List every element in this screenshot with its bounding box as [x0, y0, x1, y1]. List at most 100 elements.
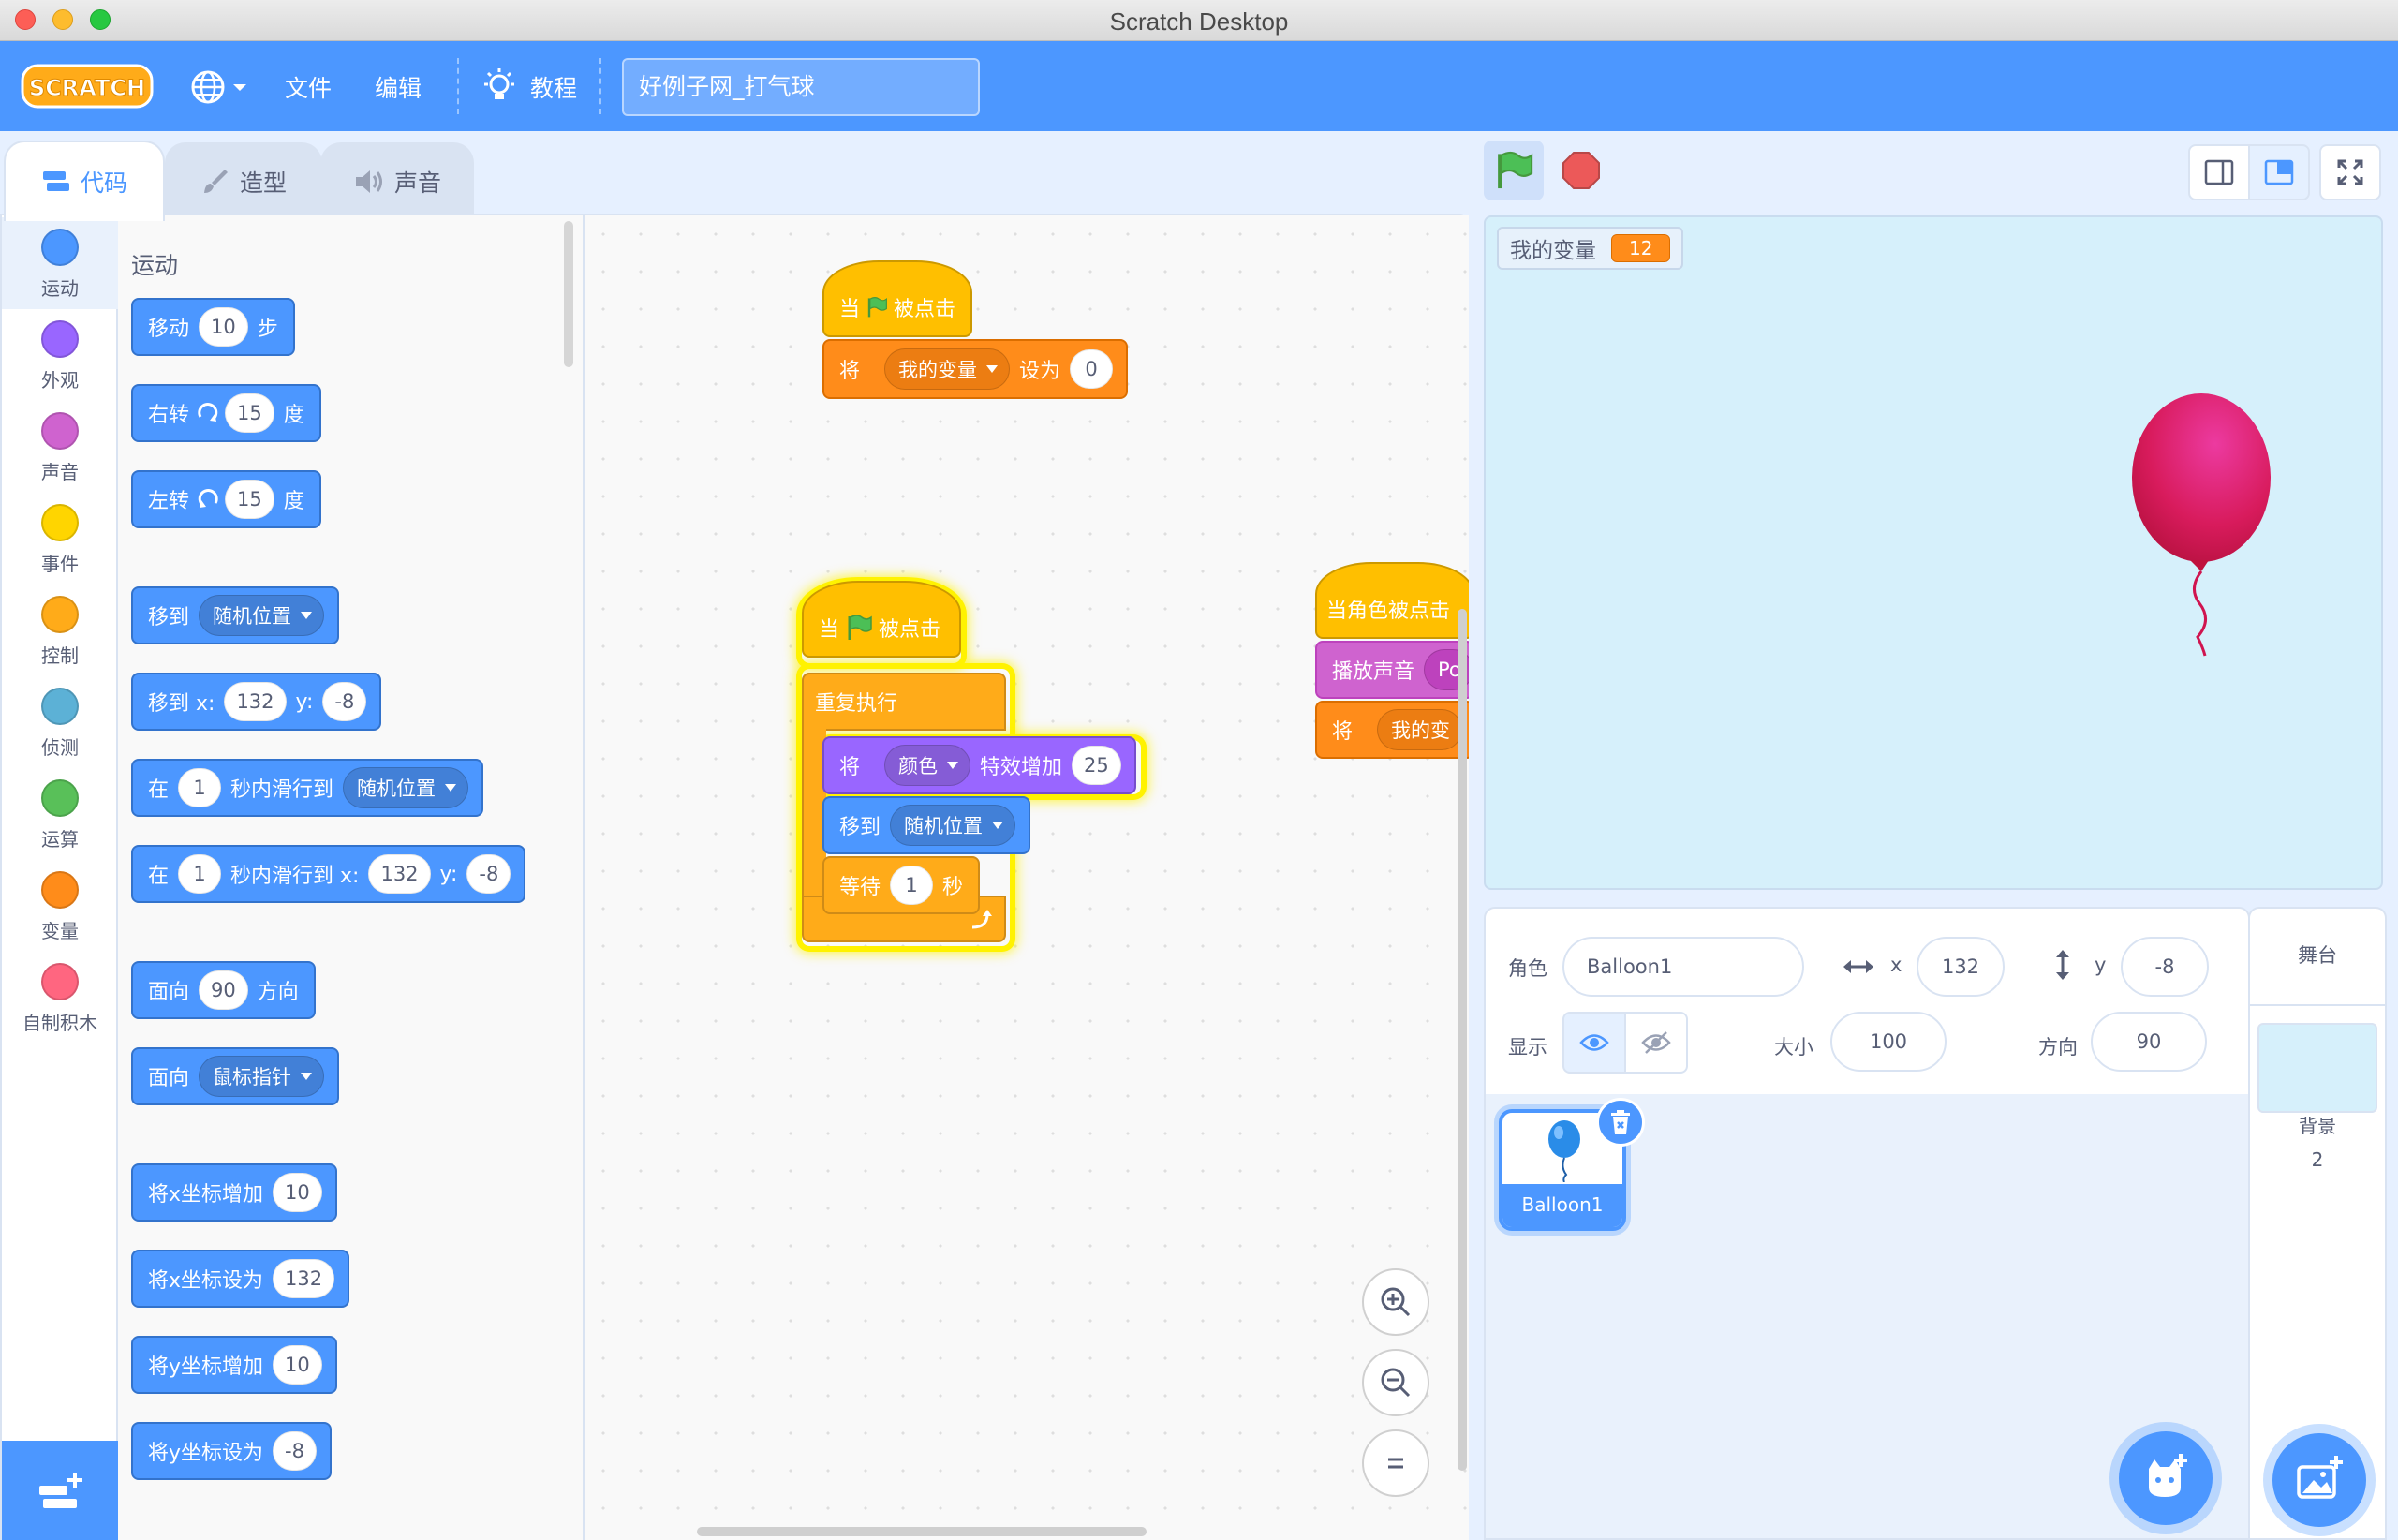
language-menu[interactable] — [189, 67, 249, 107]
block-set-y[interactable]: 将y坐标设为 -8 — [131, 1422, 332, 1480]
delete-sprite-button[interactable] — [1596, 1098, 1645, 1147]
hide-sprite-button[interactable] — [1624, 1012, 1688, 1074]
block-play-sound[interactable]: 播放声音 Po — [1315, 641, 1469, 699]
block-dropdown[interactable]: 随机位置 — [890, 805, 1016, 846]
scratch-logo[interactable]: SCRATCH — [21, 62, 154, 111]
project-title-input[interactable]: 好例子网_打气球 — [622, 58, 980, 116]
stage-target-panel[interactable]: 舞台 背景 2 — [2248, 907, 2387, 1540]
category-looks[interactable]: 外观 — [2, 309, 118, 401]
tutorials-button[interactable]: 教程 — [481, 67, 577, 107]
block-point-towards[interactable]: 面向 鼠标指针 — [131, 1047, 340, 1105]
block-number-input[interactable]: -8 — [322, 682, 367, 721]
block-number-input[interactable]: 25 — [1072, 746, 1121, 785]
script-horizontal-scrollbar[interactable] — [697, 1527, 1147, 1536]
block-text: 移动 — [148, 318, 190, 341]
size-input[interactable]: 100 — [1830, 1012, 1947, 1072]
block-number-input[interactable]: 132 — [273, 1259, 335, 1298]
effect-dropdown[interactable]: 颜色 — [884, 745, 971, 786]
sprite-name-input[interactable]: Balloon1 — [1562, 937, 1804, 997]
block-turn-right[interactable]: 右转 15 度 — [131, 384, 321, 442]
block-set-variable[interactable]: 将 我的变 — [1315, 701, 1469, 759]
block-dropdown[interactable]: 鼠标指针 — [199, 1056, 325, 1097]
add-backdrop-button[interactable] — [2272, 1433, 2366, 1527]
backdrop-thumbnail[interactable] — [2257, 1023, 2377, 1113]
hat-when-flag-clicked[interactable]: 当 被点击 — [822, 260, 972, 337]
block-number-input[interactable]: 1 — [178, 854, 222, 894]
block-glide-xy[interactable]: 在 1 秒内滑行到 x: 132 y: -8 — [131, 845, 526, 903]
block-number-input[interactable]: 132 — [368, 854, 431, 894]
block-number-input[interactable]: -8 — [273, 1431, 317, 1471]
block-number-input[interactable]: 90 — [199, 970, 248, 1010]
tab-sounds[interactable]: 声音 — [320, 142, 474, 219]
block-number-input[interactable]: 10 — [273, 1345, 322, 1385]
block-dropdown[interactable]: 随机位置 — [199, 595, 325, 636]
variable-dropdown[interactable]: 我的变量 — [884, 348, 1011, 390]
zoom-reset-button[interactable] — [1362, 1429, 1429, 1497]
block-point-direction[interactable]: 面向 90 方向 — [131, 961, 316, 1019]
category-sound[interactable]: 声音 — [2, 401, 118, 493]
block-forever[interactable]: 重复执行 — [802, 673, 1006, 731]
category-dot — [41, 596, 79, 633]
category-motion[interactable]: 运动 — [2, 217, 118, 309]
green-flag-button[interactable] — [1484, 141, 1544, 200]
x-input[interactable]: 132 — [1917, 937, 2005, 997]
block-set-x[interactable]: 将x坐标设为 132 — [131, 1250, 350, 1308]
hat-when-sprite-clicked[interactable]: 当角色被点击 — [1315, 562, 1469, 639]
block-number-input[interactable]: 10 — [273, 1173, 322, 1212]
block-glide-to[interactable]: 在 1 秒内滑行到 随机位置 — [131, 759, 484, 817]
script-vertical-scrollbar[interactable] — [1458, 609, 1467, 1471]
fullscreen-button[interactable] — [2319, 144, 2381, 200]
block-text: 当 — [839, 298, 861, 321]
block-dropdown[interactable]: 随机位置 — [343, 767, 469, 808]
block-text: 将y坐标增加 — [148, 1355, 264, 1379]
hat-when-flag-clicked[interactable]: 当 被点击 — [802, 581, 961, 658]
variable-dropdown[interactable]: 我的变 — [1377, 709, 1463, 750]
block-move-steps[interactable]: 移动 10 步 — [131, 298, 295, 356]
tab-code[interactable]: 代码 — [4, 141, 165, 221]
show-sprite-button[interactable] — [1562, 1012, 1626, 1074]
block-number-input[interactable]: 15 — [225, 480, 274, 519]
block-goto[interactable]: 移到 随机位置 — [131, 586, 340, 644]
script-area[interactable]: 当 被点击 将 我的变量 设为 0 当 被点击 重复执行 将 颜色 特效增加 2… — [585, 215, 1469, 1540]
block-number-input[interactable]: 132 — [224, 682, 287, 721]
block-change-x[interactable]: 将x坐标增加 10 — [131, 1163, 337, 1222]
small-stage-button[interactable] — [2188, 144, 2250, 200]
block-number-input[interactable]: 15 — [225, 393, 274, 433]
category-sensing[interactable]: 侦测 — [2, 676, 118, 768]
block-number-input[interactable]: 1 — [178, 768, 222, 807]
direction-input[interactable]: 90 — [2091, 1012, 2207, 1072]
file-menu[interactable]: 文件 — [285, 67, 332, 107]
block-number-input[interactable]: 0 — [1070, 349, 1114, 389]
category-menu: 运动 外观 声音 事件 控制 侦测 运算 变量 自制积木 — [2, 215, 118, 1441]
block-text: y: — [295, 689, 314, 714]
edit-menu[interactable]: 编辑 — [375, 67, 422, 107]
balloon-sprite[interactable] — [2123, 392, 2272, 659]
block-number-input[interactable]: -8 — [466, 854, 511, 894]
category-operators[interactable]: 运算 — [2, 768, 118, 860]
block-turn-left[interactable]: 左转 15 度 — [131, 470, 321, 528]
block-set-variable[interactable]: 将 我的变量 设为 0 — [822, 339, 1129, 399]
category-variables[interactable]: 变量 — [2, 860, 118, 952]
large-stage-button[interactable] — [2248, 144, 2310, 200]
block-number-input[interactable]: 10 — [199, 307, 248, 347]
category-control[interactable]: 控制 — [2, 585, 118, 676]
zoom-out-button[interactable] — [1362, 1349, 1429, 1416]
tab-costumes[interactable]: 造型 — [165, 142, 322, 219]
category-events[interactable]: 事件 — [2, 493, 118, 585]
variable-monitor[interactable]: 我的变量 12 — [1497, 227, 1684, 270]
block-change-y[interactable]: 将y坐标增加 10 — [131, 1336, 337, 1394]
stop-button[interactable] — [1551, 141, 1611, 200]
category-my-blocks[interactable]: 自制积木 — [2, 952, 118, 1044]
palette-scrollbar[interactable] — [564, 221, 573, 367]
zoom-in-button[interactable] — [1362, 1268, 1429, 1336]
stage-canvas[interactable]: 我的变量 12 — [1484, 215, 2383, 890]
add-sprite-button[interactable] — [2119, 1431, 2213, 1525]
block-goto[interactable]: 移到 随机位置 — [822, 796, 1031, 854]
block-number-input[interactable]: 1 — [890, 866, 934, 905]
block-goto-xy[interactable]: 移到 x: 132 y: -8 — [131, 673, 382, 731]
block-change-effect[interactable]: 将 颜色 特效增加 25 — [822, 736, 1136, 794]
y-input[interactable]: -8 — [2121, 937, 2209, 997]
block-wait[interactable]: 等待 1 秒 — [822, 856, 981, 914]
add-extension-button[interactable] — [2, 1441, 118, 1540]
trash-icon — [1611, 1110, 1630, 1134]
